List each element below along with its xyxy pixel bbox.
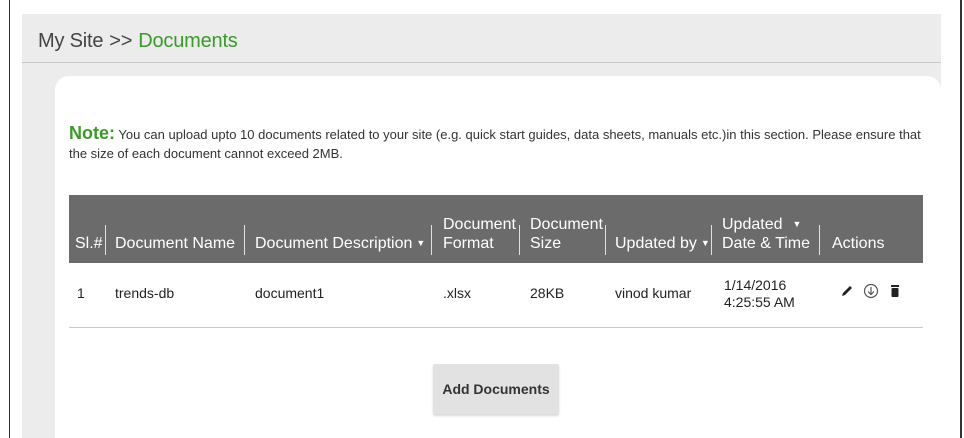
header-format-line1: Document [443,216,516,233]
table-row: 1 trends-db document1 .xlsx 28KB vinod k… [69,263,923,328]
cell-document-format: .xlsx [443,285,471,301]
header-document-size[interactable]: Document Size [530,215,603,253]
header-divider [819,225,820,255]
breadcrumb-root[interactable]: My Site [38,30,103,52]
header-document-description[interactable]: Document Description ▼ [255,234,425,253]
breadcrumb: My Site >> Documents [38,30,238,53]
pencil-icon[interactable] [839,283,855,299]
table-header: Sl.# Document Name Document Description ▼… [69,195,923,263]
note-body: You can upload upto 10 documents related… [69,127,921,161]
breadcrumb-separator: >> [109,30,133,52]
breadcrumb-divider [22,62,941,63]
header-actions-label: Actions [832,235,885,252]
cell-document-name: trends-db [115,285,175,301]
header-updated-by-label: Updated by [615,235,697,252]
cell-document-description: document1 [255,285,325,301]
download-icon[interactable] [863,283,879,299]
row-actions [839,283,903,299]
breadcrumb-current: Documents [138,30,238,52]
header-size-line1: Document [530,216,603,233]
header-updated-line2: Date & Time [722,235,811,252]
trash-icon[interactable] [887,283,903,299]
note-label: Note: [69,123,115,143]
header-document-name[interactable]: Document Name [115,234,235,253]
header-divider [519,225,520,255]
cell-sl: 1 [77,285,85,301]
header-divider [605,225,606,255]
header-description-label: Document Description [255,235,413,252]
cell-updated-time: 4:25:55 AM [724,294,795,310]
header-updated-date[interactable]: Updated ▼ Date & Time [722,215,810,253]
cell-updated-datetime: 1/14/2016 4:25:55 AM [724,277,795,311]
cell-document-size: 28KB [530,285,565,301]
header-updated-line1: Updated [722,216,783,233]
cell-updated-date: 1/14/2016 [724,277,787,293]
sort-down-icon[interactable]: ▼ [793,219,802,229]
note-text: Note: You can upload upto 10 documents r… [69,124,929,163]
header-divider [244,225,245,255]
sort-down-icon[interactable]: ▼ [416,238,425,248]
header-name-label: Document Name [115,235,236,252]
header-updated-by[interactable]: Updated by ▼ [615,234,710,253]
header-sl: Sl.# [75,234,103,253]
header-document-format[interactable]: Document Format [443,215,516,253]
header-sl-label: Sl.# [75,235,103,252]
header-size-line2: Size [530,235,562,252]
header-divider [431,225,432,255]
header-format-line2: Format [443,235,494,252]
add-documents-button[interactable]: Add Documents [433,364,559,414]
cell-updated-by: vinod kumar [615,285,692,301]
header-actions: Actions [832,234,884,253]
header-divider [711,225,712,255]
header-divider [105,225,106,255]
sort-down-icon[interactable]: ▼ [701,238,710,248]
